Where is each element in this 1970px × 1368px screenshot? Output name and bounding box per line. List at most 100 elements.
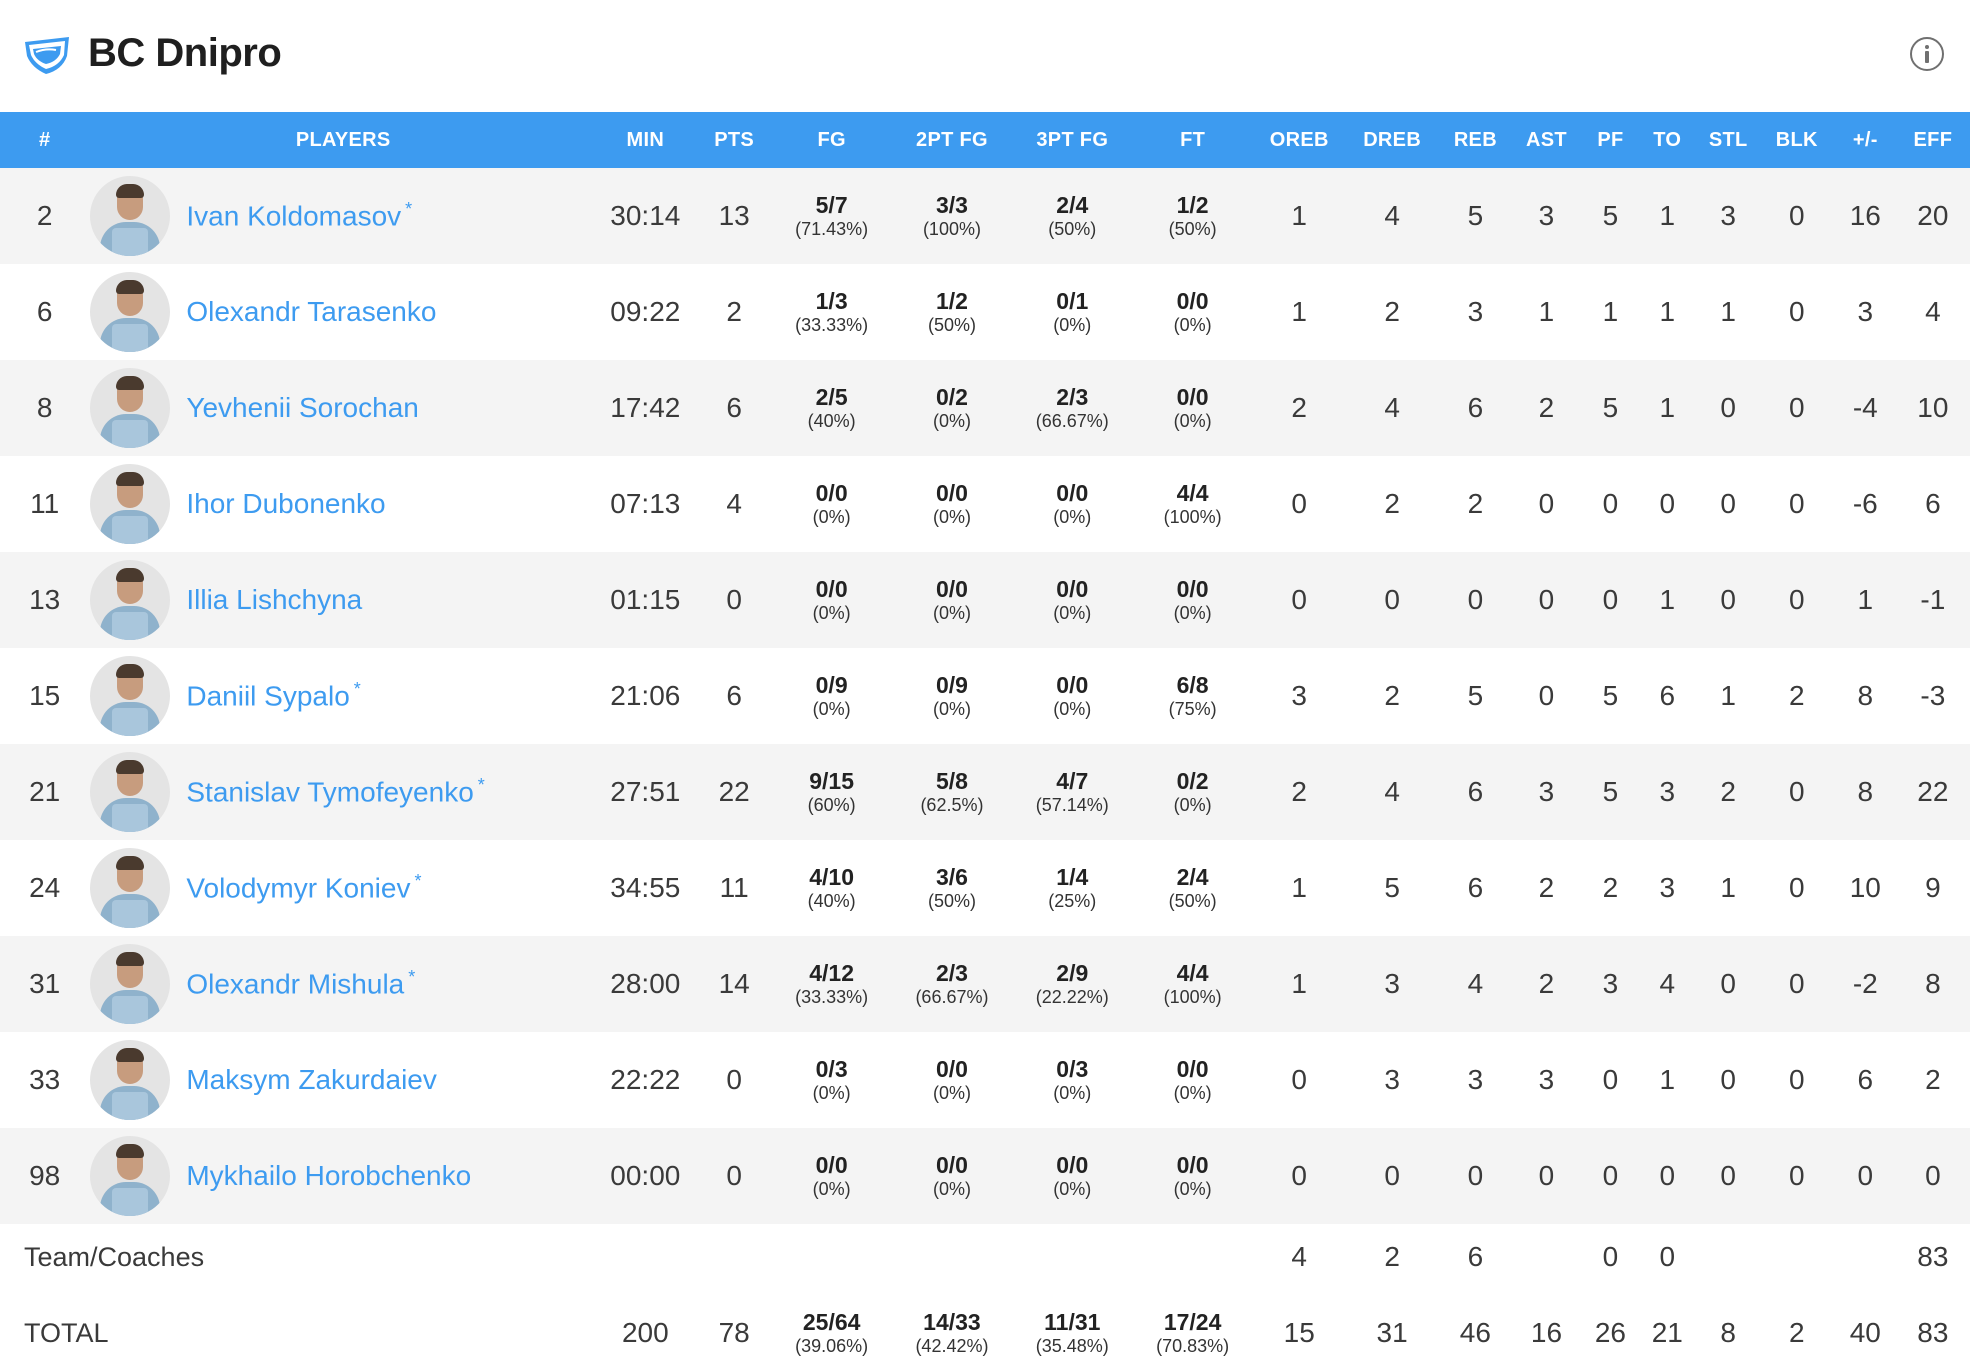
total-pts: 78 xyxy=(718,1317,750,1348)
player-name-link[interactable]: Yevhenii Sorochan xyxy=(186,392,418,424)
player-2pt-fg: 3/6 (50%) xyxy=(927,864,976,911)
avatar[interactable] xyxy=(90,1136,171,1216)
dnipro-logo-icon xyxy=(25,37,69,74)
avatar[interactable] xyxy=(90,464,171,544)
col-header-blk[interactable]: BLK xyxy=(1759,112,1835,168)
avatar[interactable] xyxy=(90,848,171,928)
player-2pt-fg: 2/3 (66.67%) xyxy=(915,960,989,1007)
player-oreb: 0 xyxy=(1291,1064,1307,1095)
player-oreb: 0 xyxy=(1291,488,1307,519)
player-plus-minus: 0 xyxy=(1857,1160,1874,1191)
player-2pt-fg: 0/2 (0%) xyxy=(932,384,971,431)
info-icon[interactable] xyxy=(1910,37,1944,71)
team-to: 0 xyxy=(1659,1241,1676,1272)
total-blk: 2 xyxy=(1788,1317,1805,1348)
table-row: 13 Illia Lishchyna 01:15 0 0/0 (0%) 0/0 (0%) 0… xyxy=(0,552,1970,648)
player-min: 21:06 xyxy=(610,680,681,711)
col-header-players[interactable]: PLAYERS xyxy=(89,112,597,168)
col-header-min[interactable]: MIN xyxy=(597,112,693,168)
col-header-eff[interactable]: EFF xyxy=(1896,112,1970,168)
player-2pt-fg: 0/0 (0%) xyxy=(932,1056,971,1103)
player-fg: 1/3 (33.33%) xyxy=(795,288,869,335)
player-plus-minus: 8 xyxy=(1857,680,1874,711)
team-reb: 6 xyxy=(1467,1241,1484,1272)
col-header-plus-minus[interactable]: +/- xyxy=(1835,112,1896,168)
player-ft: 0/2 (0%) xyxy=(1173,768,1212,815)
player-pf: 0 xyxy=(1602,584,1619,615)
player-name-link[interactable]: Ihor Dubonenko xyxy=(186,488,385,520)
player-pf: 0 xyxy=(1602,1160,1619,1191)
player-name-link[interactable]: Illia Lishchyna xyxy=(186,584,362,616)
player-plus-minus: 8 xyxy=(1857,776,1874,807)
player-to: 1 xyxy=(1659,1064,1676,1095)
col-header-ast[interactable]: AST xyxy=(1509,112,1584,168)
col-header-to[interactable]: TO xyxy=(1637,112,1698,168)
player-blk: 0 xyxy=(1788,1160,1805,1191)
player-reb: 6 xyxy=(1467,872,1484,903)
player-cell: Ivan Koldomasov * xyxy=(89,168,597,264)
avatar[interactable] xyxy=(90,944,171,1024)
player-cell: Yevhenii Sorochan xyxy=(89,360,597,456)
col-header-2pt-fg[interactable]: 2PT FG xyxy=(889,112,1016,168)
col-header-reb[interactable]: REB xyxy=(1442,112,1509,168)
avatar[interactable] xyxy=(90,560,171,640)
player-plus-minus: 3 xyxy=(1857,296,1874,327)
team-oreb: 4 xyxy=(1291,1241,1307,1272)
player-name-link[interactable]: Daniil Sypalo * xyxy=(186,679,360,712)
player-ft: 2/4 (50%) xyxy=(1168,864,1217,911)
player-plus-minus: 1 xyxy=(1857,584,1874,615)
player-reb: 2 xyxy=(1467,488,1484,519)
player-reb: 6 xyxy=(1467,776,1484,807)
player-3pt-fg: 4/7 (57.14%) xyxy=(1035,768,1109,815)
player-eff: 6 xyxy=(1925,488,1941,519)
col-header-3pt-fg[interactable]: 3PT FG xyxy=(1015,112,1129,168)
avatar[interactable] xyxy=(90,368,171,448)
player-min: 28:00 xyxy=(610,968,681,999)
player-dreb: 4 xyxy=(1384,776,1400,807)
player-ast: 3 xyxy=(1538,776,1555,807)
player-ft: 6/8 (75%) xyxy=(1168,672,1217,719)
player-ast: 0 xyxy=(1538,584,1555,615)
player-pts: 0 xyxy=(726,584,742,615)
player-cell: Volodymyr Koniev * xyxy=(89,840,597,936)
player-fg: 0/0 (0%) xyxy=(812,480,851,527)
player-fg: 5/7 (71.43%) xyxy=(795,192,869,239)
team-dreb: 2 xyxy=(1384,1241,1400,1272)
player-fg: 0/9 (0%) xyxy=(812,672,851,719)
col-header-oreb[interactable]: OREB xyxy=(1256,112,1342,168)
player-name-link[interactable]: Mykhailo Horobchenko xyxy=(186,1160,471,1192)
avatar[interactable] xyxy=(90,272,171,352)
col-header-number[interactable]: # xyxy=(0,112,89,168)
player-name-link[interactable]: Ivan Koldomasov * xyxy=(186,199,412,232)
player-number: 8 xyxy=(36,392,53,423)
player-name-link[interactable]: Olexandr Mishula * xyxy=(186,967,415,1000)
player-2pt-fg: 5/8 (62.5%) xyxy=(920,768,984,815)
player-cell: Maksym Zakurdaiev xyxy=(89,1032,597,1128)
player-pf: 2 xyxy=(1602,872,1619,903)
col-header-pf[interactable]: PF xyxy=(1584,112,1637,168)
starter-mark: * xyxy=(408,967,416,988)
col-header-dreb[interactable]: DREB xyxy=(1342,112,1442,168)
col-header-fg[interactable]: FG xyxy=(775,112,889,168)
table-row: 33 Maksym Zakurdaiev 22:22 0 0/3 (0%) 0/0 (0%… xyxy=(0,1032,1970,1128)
player-name-link[interactable]: Olexandr Tarasenko xyxy=(186,296,436,328)
player-ft: 4/4 (100%) xyxy=(1163,480,1222,527)
player-min: 09:22 xyxy=(610,296,681,327)
player-cell: Daniil Sypalo * xyxy=(89,648,597,744)
avatar[interactable] xyxy=(90,176,171,256)
player-name-link[interactable]: Volodymyr Koniev * xyxy=(186,871,421,904)
col-header-ft[interactable]: FT xyxy=(1129,112,1256,168)
avatar[interactable] xyxy=(90,752,171,832)
player-2pt-fg: 0/0 (0%) xyxy=(932,480,971,527)
player-reb: 0 xyxy=(1467,584,1484,615)
player-name-link[interactable]: Maksym Zakurdaiev xyxy=(186,1064,437,1096)
col-header-pts[interactable]: PTS xyxy=(694,112,775,168)
player-ast: 2 xyxy=(1538,392,1555,423)
player-pf: 1 xyxy=(1602,296,1619,327)
avatar[interactable] xyxy=(90,1040,171,1120)
player-ast: 1 xyxy=(1538,296,1555,327)
avatar[interactable] xyxy=(90,656,171,736)
player-rows: 2 Ivan Koldomasov * 30:14 13 5/7 (71.43%) 3/3… xyxy=(0,168,1970,1224)
col-header-stl[interactable]: STL xyxy=(1698,112,1759,168)
player-name-link[interactable]: Stanislav Tymofeyenko * xyxy=(186,775,484,808)
